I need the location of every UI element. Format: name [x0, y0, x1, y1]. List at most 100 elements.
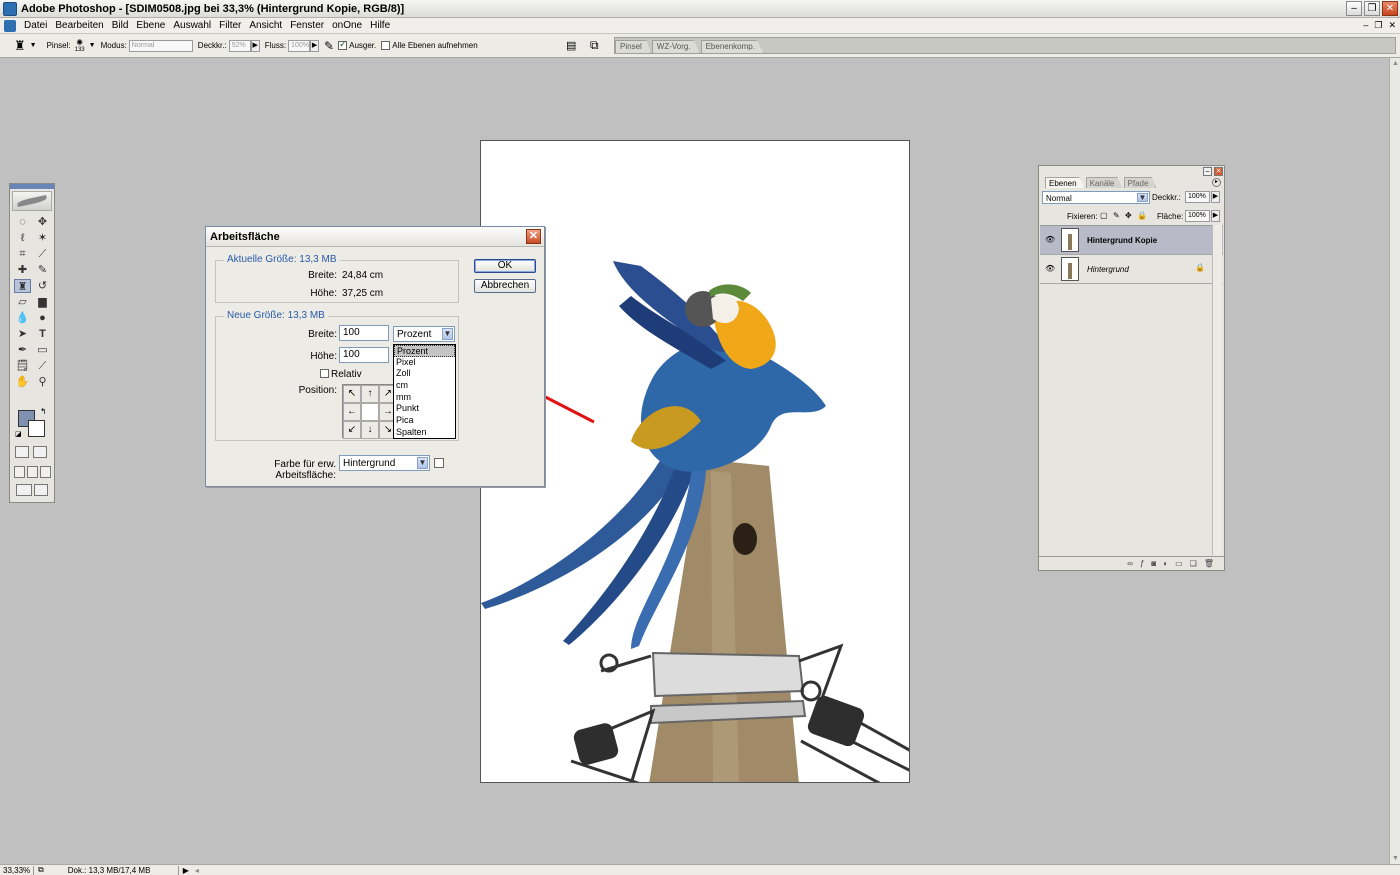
menu-bearbeiten[interactable]: Bearbeiten — [51, 20, 107, 31]
unit-option-punkt[interactable]: Punkt — [394, 403, 455, 415]
lock-position-icon[interactable]: ✥ — [1125, 211, 1132, 220]
jump-to-icon[interactable] — [34, 484, 48, 496]
menu-onone[interactable]: onOne — [328, 20, 366, 31]
quickmask-mode-icon[interactable] — [33, 446, 47, 458]
fill-field[interactable]: 100% — [1185, 210, 1210, 222]
imageready-jump-icon[interactable] — [16, 484, 32, 496]
new-group-icon[interactable]: ▭ — [1175, 559, 1183, 568]
screen-mode-full-icon[interactable] — [40, 466, 51, 478]
crop-tool-icon[interactable]: ⌗ — [14, 247, 31, 261]
well-tab-pinsel[interactable]: Pinsel — [615, 40, 651, 53]
doc-minimize-icon[interactable]: – — [1363, 20, 1368, 31]
toolbox-header[interactable] — [10, 184, 54, 189]
canvas-color-swatch[interactable] — [434, 458, 444, 468]
default-colors-icon[interactable]: ◪ — [15, 430, 22, 438]
well-tab-wz-vorg[interactable]: WZ-Vorg. — [651, 40, 700, 53]
flow-field[interactable]: 100% — [288, 39, 311, 52]
menu-bild[interactable]: Bild — [108, 20, 133, 31]
zoom-level[interactable]: 33,33% — [0, 865, 34, 875]
anchor-center[interactable] — [361, 403, 379, 421]
opacity-arrow-icon[interactable]: ▶ — [250, 39, 260, 52]
link-layers-icon[interactable]: ∞ — [1127, 559, 1133, 568]
unit-option-pixel[interactable]: Pixel — [394, 357, 455, 369]
unit-option-prozent[interactable]: Prozent — [394, 345, 455, 357]
ok-button[interactable]: OK — [474, 259, 536, 273]
workspace-scrollbar[interactable]: ▲ ▼ — [1389, 58, 1400, 864]
anchor-left-icon[interactable]: ← — [343, 403, 361, 421]
menu-fenster[interactable]: Fenster — [286, 20, 328, 31]
brush-preset-picker[interactable]: ✺ 133 — [75, 38, 85, 53]
new-layer-icon[interactable]: ❏ — [1190, 559, 1197, 568]
new-width-input[interactable]: 100 — [339, 325, 389, 341]
fill-arrow-icon[interactable]: ▶ — [1211, 210, 1220, 222]
canvas-color-select[interactable]: Hintergrund ▼ — [339, 455, 430, 471]
dialog-close-button[interactable]: ✕ — [526, 229, 541, 244]
cancel-button[interactable]: Abbrechen — [474, 279, 536, 293]
eyedropper-tool-icon[interactable]: ⟋ — [34, 359, 51, 373]
gradient-tool-icon[interactable]: ▆ — [34, 295, 51, 309]
tab-ebenen[interactable]: Ebenen — [1045, 177, 1085, 188]
anchor-bottom-left-icon[interactable]: ↙ — [343, 421, 361, 439]
hand-tool-icon[interactable]: ✋ — [14, 375, 31, 389]
relative-checkbox[interactable] — [320, 369, 329, 378]
menu-ebene[interactable]: Ebene — [132, 20, 169, 31]
well-tab-ebenenkomp[interactable]: Ebenenkomp. — [700, 40, 764, 53]
chevron-down-icon[interactable]: ▼ — [1137, 193, 1148, 202]
healing-brush-tool-icon[interactable]: ✚ — [14, 263, 31, 277]
lock-all-icon[interactable]: 🔒 — [1137, 211, 1147, 220]
menu-auswahl[interactable]: Auswahl — [169, 20, 215, 31]
layer-row[interactable]: 👁 Hintergrund Kopie — [1040, 226, 1223, 255]
blur-tool-icon[interactable]: 💧 — [14, 311, 31, 325]
layer-mask-icon[interactable]: ◙ — [1151, 559, 1156, 568]
airbrush-icon[interactable]: ✎ — [324, 39, 334, 53]
eraser-tool-icon[interactable]: ▱ — [14, 295, 31, 309]
aligned-checkbox[interactable] — [338, 39, 348, 50]
brush-tool-icon[interactable]: ✎ — [34, 263, 51, 277]
doc-restore-icon[interactable]: ❐ — [1374, 20, 1382, 31]
menu-ansicht[interactable]: Ansicht — [245, 20, 286, 31]
layer-opacity-field[interactable]: 100% — [1185, 191, 1210, 203]
tab-pfade[interactable]: Pfade — [1123, 177, 1157, 188]
anchor-top-left-icon[interactable]: ↖ — [343, 385, 361, 403]
chevron-down-icon[interactable]: ▼ — [417, 457, 428, 469]
dodge-tool-icon[interactable]: ● — [34, 311, 51, 325]
new-height-input[interactable]: 100 — [339, 347, 389, 363]
history-brush-tool-icon[interactable]: ↺ — [34, 279, 51, 293]
standard-mode-icon[interactable] — [15, 446, 29, 458]
doc-close-icon[interactable]: ✕ — [1388, 20, 1396, 31]
type-tool-icon[interactable]: T — [34, 327, 51, 341]
anchor-top-icon[interactable]: ↑ — [361, 385, 379, 403]
menu-datei[interactable]: Datei — [20, 20, 51, 31]
unit-option-zoll[interactable]: Zoll — [394, 368, 455, 380]
layers-panel-header[interactable]: – ✕ — [1039, 166, 1224, 176]
layers-scrollbar[interactable] — [1212, 225, 1222, 555]
lock-pixels-icon[interactable]: ✎ — [1113, 211, 1120, 220]
clone-stamp-tool-icon[interactable]: ♜ — [14, 279, 31, 293]
minimize-button[interactable]: – — [1346, 1, 1362, 16]
layer-opacity-arrow-icon[interactable]: ▶ — [1211, 191, 1220, 203]
restore-button[interactable]: ❐ — [1364, 1, 1380, 16]
adjustment-layer-icon[interactable]: ◐ — [1163, 559, 1168, 568]
toolbox-logo[interactable] — [12, 191, 52, 211]
opacity-field[interactable]: 52% — [228, 39, 251, 52]
photoshop-app-icon[interactable] — [3, 1, 17, 16]
unit-option-spalten[interactable]: Spalten — [394, 427, 455, 439]
close-button[interactable]: ✕ — [1382, 1, 1398, 16]
panel-menu-icon[interactable]: ▸ — [1212, 178, 1221, 187]
menu-hilfe[interactable]: Hilfe — [366, 20, 394, 31]
blend-mode-select[interactable]: Normal ▼ — [1042, 191, 1150, 204]
screen-mode-menu-icon[interactable] — [27, 466, 38, 478]
slice-tool-icon[interactable]: ⟋ — [34, 247, 51, 261]
chevron-down-icon[interactable]: ▼ — [30, 42, 37, 49]
chevron-down-icon[interactable]: ▼ — [442, 328, 453, 340]
panel-close-icon[interactable]: ✕ — [1214, 167, 1223, 176]
palette-toggle-icon[interactable]: ▤ — [566, 39, 576, 52]
move-tool-icon[interactable]: ✥ — [34, 215, 51, 229]
document-icon[interactable] — [4, 19, 16, 32]
pen-tool-icon[interactable]: ✒ — [14, 343, 31, 357]
status-menu-arrow-icon[interactable]: ▶ — [183, 866, 189, 875]
unit-option-cm[interactable]: cm — [394, 380, 455, 392]
eye-icon[interactable]: 👁 — [1045, 235, 1055, 244]
sample-all-layers-checkbox[interactable] — [381, 41, 391, 50]
scroll-down-icon[interactable]: ▼ — [1392, 855, 1399, 862]
